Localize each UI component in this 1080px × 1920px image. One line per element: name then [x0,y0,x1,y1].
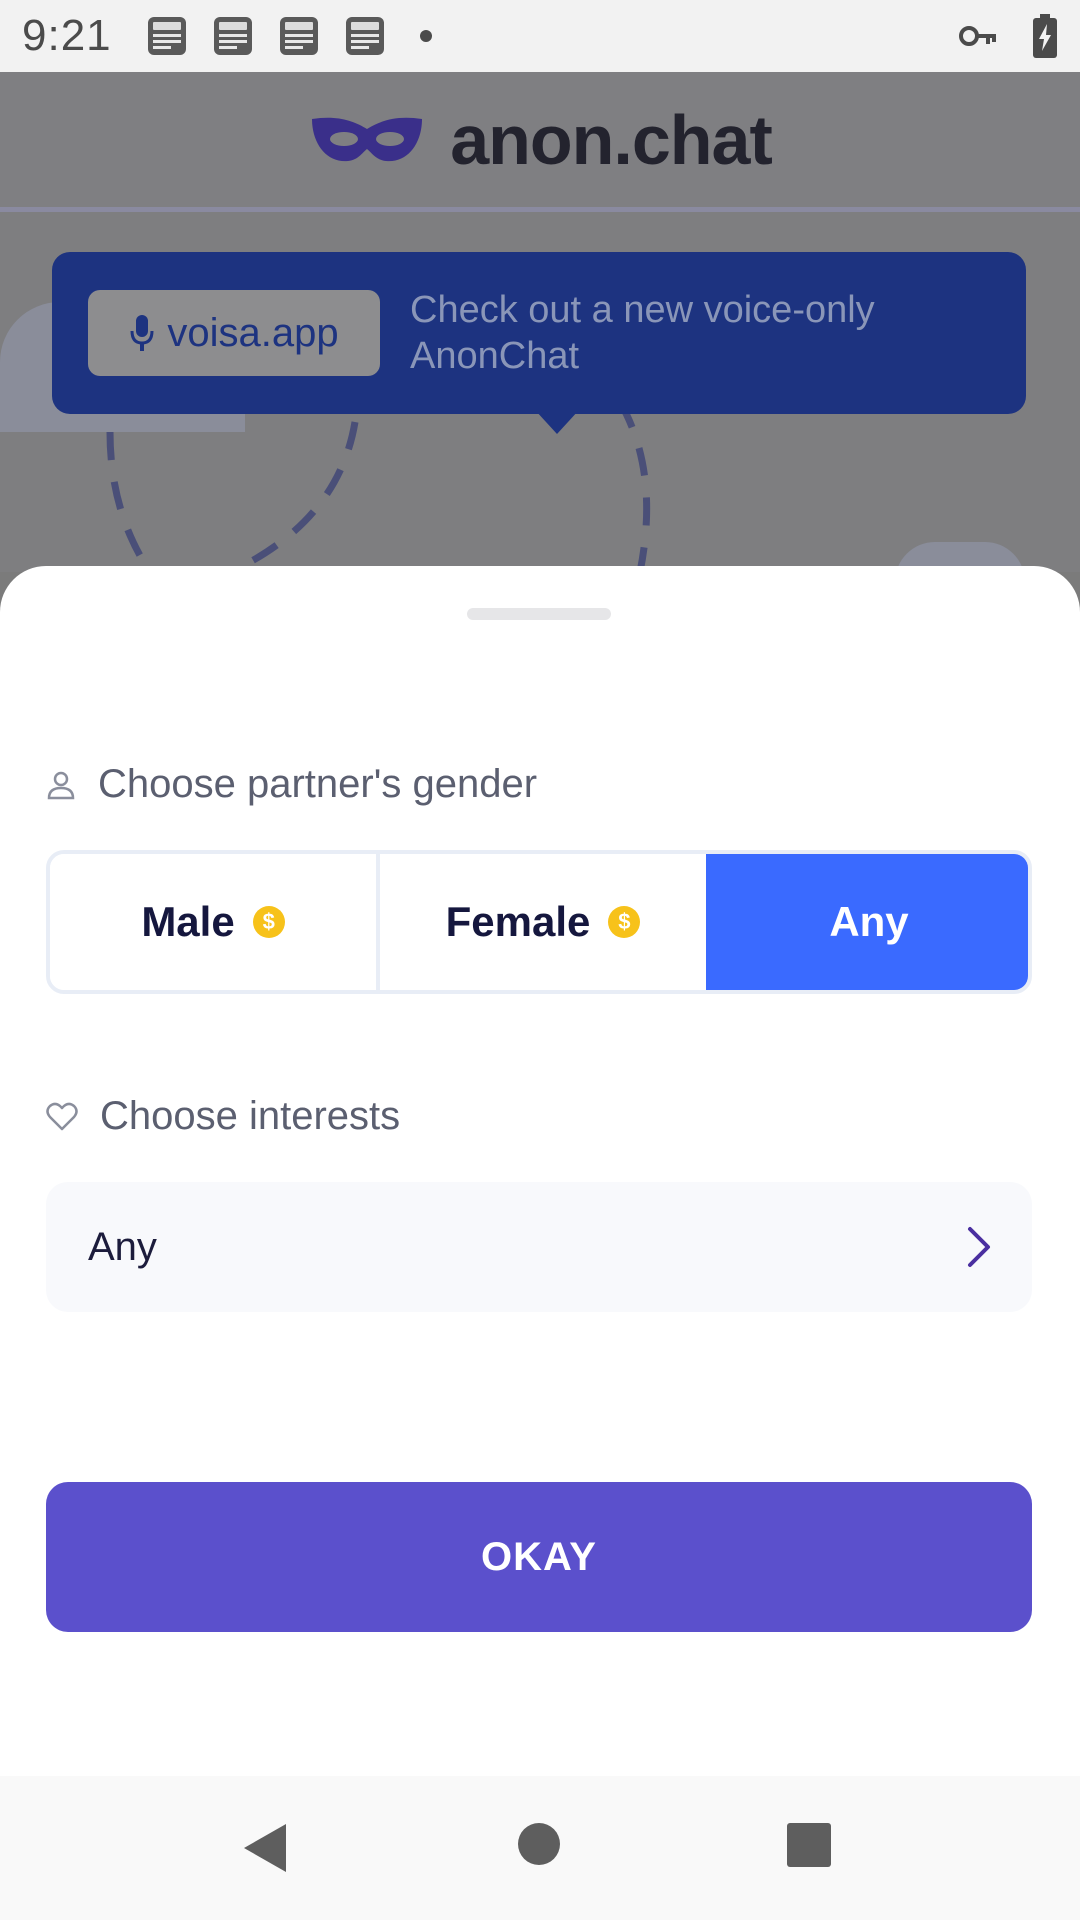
gender-section-label: Choose partner's gender [46,762,537,807]
interests-value: Any [88,1224,157,1269]
more-notifications-dot [419,30,432,42]
status-time: 9:21 [22,11,112,60]
filter-bottom-sheet: Choose partner's gender Male $ Female $ … [0,566,1080,1776]
promo-chip-label: voisa.app [167,310,339,355]
promo-banner[interactable]: voisa.app Check out a new voice-only Ano… [52,252,1026,414]
local-news-icon [213,17,252,55]
interests-section-label: Choose interests [46,1094,400,1139]
recents-icon[interactable] [786,1822,832,1868]
system-nav-bar [0,1776,1080,1920]
interests-label-text: Choose interests [100,1094,401,1138]
chevron-right-icon [968,1227,990,1267]
gender-option-label: Female [445,898,591,945]
gender-option-label: Any [829,898,909,945]
okay-button[interactable]: OKAY [46,1482,1032,1632]
status-bar: 9:21 [0,0,1080,72]
app-background: anon.chat voisa.app Check out a new voic… [0,72,1080,572]
gender-option-female[interactable]: Female $ [376,854,706,990]
battery-charging-icon [1033,14,1057,58]
person-icon [47,771,75,799]
interests-selector[interactable]: Any [46,1182,1032,1312]
local-news-icon [345,17,384,55]
local-news-icon [147,17,186,55]
promo-chip[interactable]: voisa.app [88,290,380,376]
sheet-drag-handle[interactable] [467,608,611,620]
gender-option-any[interactable]: Any [706,854,1028,990]
coin-icon: $ [252,906,285,938]
gender-option-male[interactable]: Male $ [50,854,376,990]
app-header: anon.chat [0,72,1080,212]
gender-label-text: Choose partner's gender [98,762,538,806]
back-icon[interactable] [242,1822,288,1874]
heart-icon [46,1102,78,1130]
coin-icon: $ [608,906,641,938]
mask-icon [312,117,423,161]
gender-option-label: Male [141,898,235,945]
promo-pointer [535,410,579,434]
gender-selector: Male $ Female $ Any [46,850,1032,994]
local-news-icon [279,17,318,55]
home-icon[interactable] [517,1822,561,1866]
app-title: anon.chat [450,100,773,179]
vpn-key-icon [959,26,996,46]
promo-text: Check out a new voice-only AnonChat [410,289,875,377]
microphone-icon [130,315,154,351]
